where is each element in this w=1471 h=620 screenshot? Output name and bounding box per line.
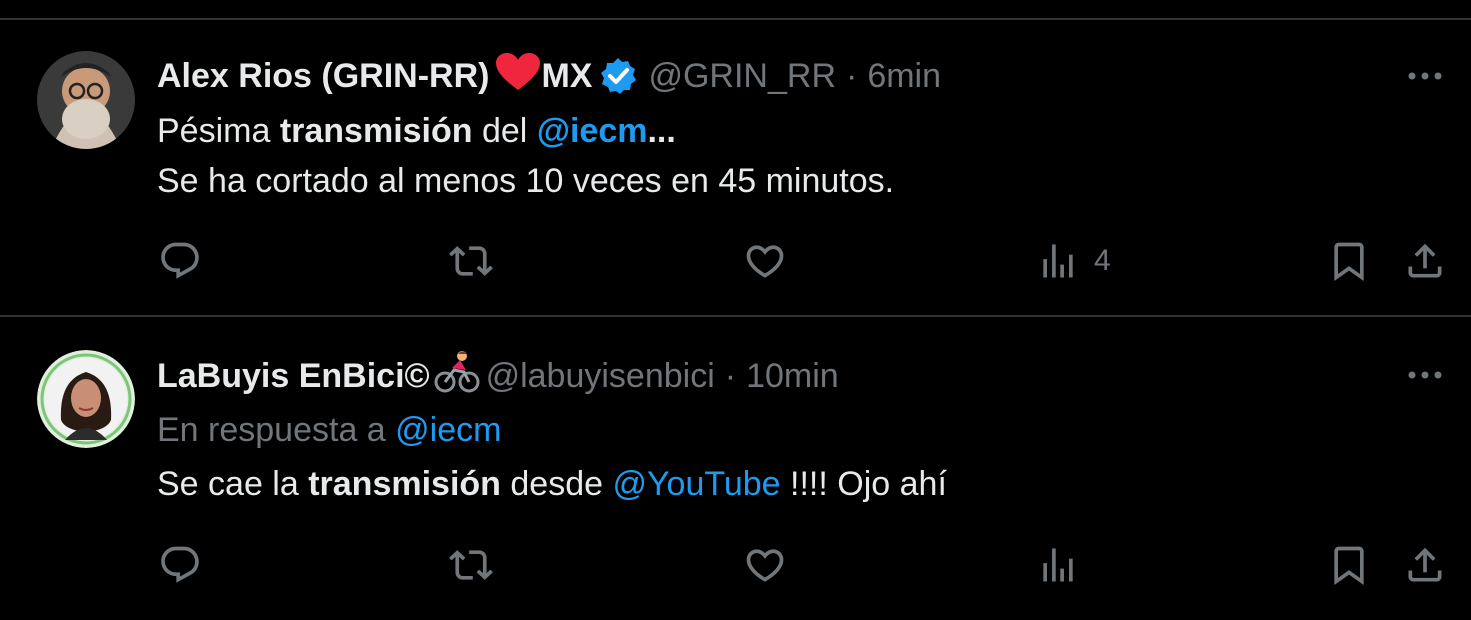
name-suffix: MX [541,56,593,95]
text-segment: Pésima [157,112,280,150]
highlighted-term: transmisión [279,112,473,150]
avatar[interactable] [37,350,135,448]
views-button[interactable]: 4 [1036,239,1111,283]
share-icon [1408,243,1442,278]
retweet-button[interactable] [449,239,493,283]
text-segment: del [472,112,537,150]
views-button[interactable] [1036,543,1080,587]
tweet-text-line-1: Pésima transmisión del @iecm... [157,108,676,154]
heart-icon [746,549,784,582]
text-segment: Se cae la [157,465,309,503]
avatar[interactable] [37,51,135,149]
tweet-header: LaBuyis EnBici© @labuyisenbici · 10min [157,350,839,403]
reply-button[interactable] [158,239,202,283]
bookmark-icon [1334,546,1364,586]
heart-icon [746,245,784,278]
tweet-header: Alex Rios (GRIN-RR) MX @GRIN_RR · 6min [157,52,941,100]
woman-biking-emoji-icon [434,350,480,403]
share-button[interactable] [1403,543,1447,587]
retweet-button[interactable] [449,543,493,587]
timestamp[interactable]: 10min [746,357,839,396]
like-button[interactable] [743,239,787,283]
verified-badge-icon [598,56,638,96]
text-segment: desde [500,465,613,503]
retweet-icon [449,246,493,276]
handle[interactable]: @labuyisenbici [486,357,715,396]
more-options-icon[interactable] [1405,355,1445,395]
share-button[interactable] [1403,239,1447,283]
reply-button[interactable] [158,543,202,587]
highlighted-term: transmisión [308,465,501,503]
separator: · [724,356,737,395]
timestamp[interactable]: 6min [867,57,941,96]
display-name[interactable]: LaBuyis EnBici© [157,357,430,396]
text-segment: !!!! Ojo ahí [780,465,947,503]
bookmark-icon [1334,242,1364,282]
tweet-2[interactable]: LaBuyis EnBici© @labuyisenbici · 10min E… [0,317,1471,620]
red-heart-emoji-icon [495,52,541,101]
retweet-icon [449,550,493,580]
reply-context: En respuesta a @iecm [157,407,501,453]
bookmark-button[interactable] [1327,543,1371,587]
tweet-text-line-2: Se ha cortado al menos 10 veces en 45 mi… [157,162,895,200]
display-name[interactable]: Alex Rios (GRIN-RR) [157,57,489,96]
share-icon [1408,547,1442,582]
mention-link[interactable]: @YouTube [612,465,780,503]
bookmark-button[interactable] [1327,239,1371,283]
reply-icon [161,546,199,583]
reply-to-label: En respuesta a [157,411,396,449]
tweet-1[interactable]: Alex Rios (GRIN-RR) MX @GRIN_RR · 6min P… [0,20,1471,315]
mention-link[interactable]: @iecm [537,112,648,150]
views-icon [1043,244,1073,278]
reply-icon [161,242,199,279]
ellipsis: ... [647,112,676,150]
more-options-icon[interactable] [1405,56,1445,96]
like-button[interactable] [743,543,787,587]
views-count: 4 [1094,244,1111,277]
handle[interactable]: @GRIN_RR [648,57,836,96]
views-icon [1043,548,1073,582]
separator: · [846,56,858,95]
reply-to-mention-link[interactable]: @iecm [395,411,501,449]
tweet-text: Se cae la transmisión desde @YouTube !!!… [157,461,947,507]
